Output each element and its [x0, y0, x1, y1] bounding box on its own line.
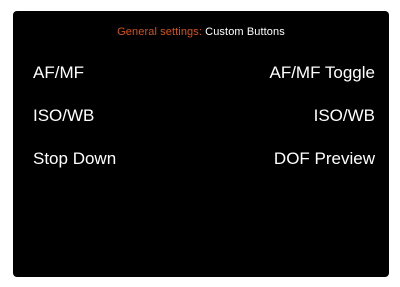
- setting-row-stop-down[interactable]: Stop Down DOF Preview: [33, 147, 375, 171]
- setting-row-label: AF/MF: [33, 63, 84, 82]
- camera-settings-screen: General settings: Custom Buttons AF/MF A…: [13, 11, 389, 277]
- setting-row-label: Stop Down: [33, 149, 117, 168]
- setting-row-value: DOF Preview: [273, 149, 375, 168]
- setting-row-iso-wb[interactable]: ISO/WB ISO/WB: [33, 104, 375, 128]
- setting-row-value: ISO/WB: [313, 106, 375, 125]
- settings-category-label: General settings:: [117, 26, 203, 38]
- setting-row-label: ISO/WB: [33, 106, 95, 125]
- settings-page-title: Custom Buttons: [205, 26, 285, 38]
- setting-row-value: AF/MF Toggle: [269, 63, 375, 82]
- setting-row-af-mf[interactable]: AF/MF AF/MF Toggle: [33, 61, 375, 85]
- page-title: General settings: Custom Buttons: [13, 26, 389, 38]
